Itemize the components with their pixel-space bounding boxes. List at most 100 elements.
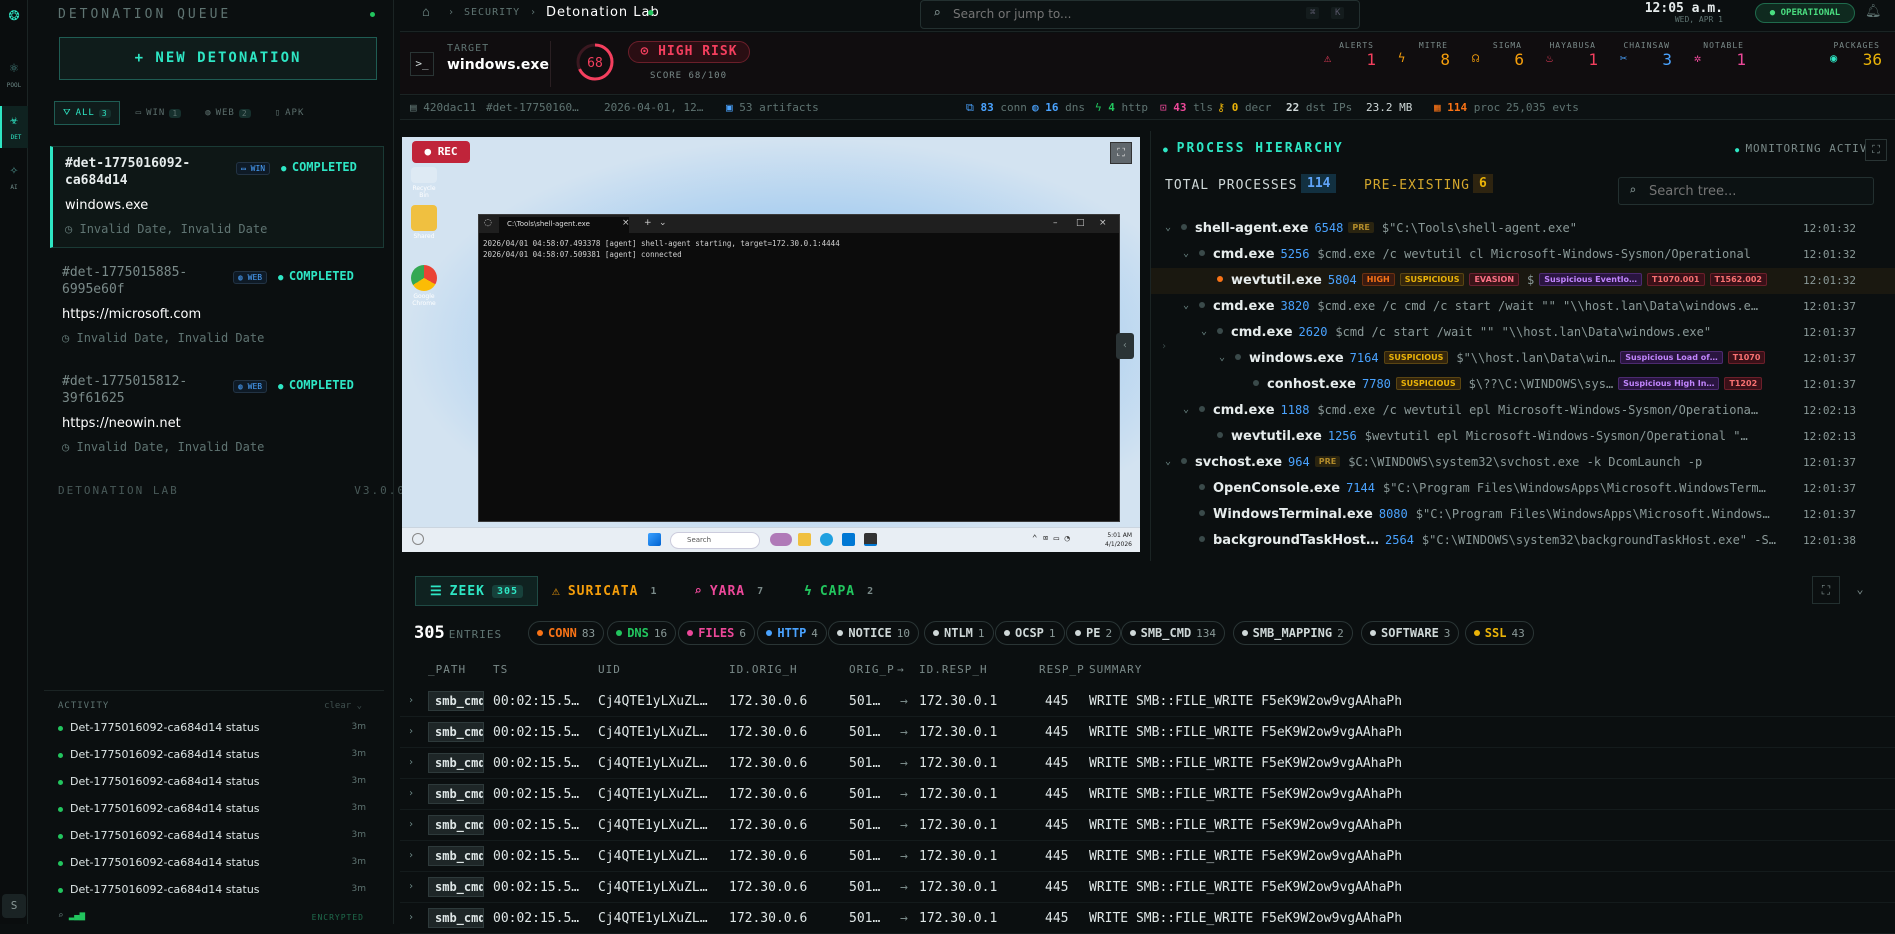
- meta-det-id[interactable]: #det-17750160…: [486, 101, 579, 114]
- col-path[interactable]: _PATH: [428, 663, 466, 676]
- filter-win[interactable]: ▭ WIN 1: [128, 101, 190, 125]
- process-row[interactable]: backgroundTaskHost… 2564 $"C:\WINDOWS\syst…: [1151, 528, 1895, 554]
- table-row[interactable]: › smb_cmd 00:02:15.5… Cj4QTE1yLXuZL… 172.30.…: [400, 903, 1895, 934]
- user-avatar[interactable]: S: [2, 894, 26, 918]
- process-row[interactable]: ⌄ svchost.exe 964 PRE $C:\WINDOWS\system32\s…: [1151, 450, 1895, 476]
- tab-yara[interactable]: ⌕ YARA 7: [680, 576, 783, 606]
- filter-web[interactable]: ◍ WEB 2: [197, 101, 259, 125]
- table-row[interactable]: › smb_cmd 00:02:15.5… Cj4QTE1yLXuZL… 172.30.…: [400, 810, 1895, 841]
- store-icon[interactable]: [842, 533, 855, 546]
- chevron-down-icon[interactable]: ⌄: [1165, 222, 1171, 233]
- table-row[interactable]: › smb_cmd 00:02:15.5… Cj4QTE1yLXuZL… 172.30.…: [400, 686, 1895, 717]
- col-orig-p[interactable]: ORIG_P: [849, 663, 895, 676]
- filter-apk[interactable]: ▯ APK: [267, 101, 313, 125]
- process-row[interactable]: OpenConsole.exe 7144 $"C:\Program Files\Wi…: [1151, 476, 1895, 502]
- filter-all[interactable]: ⛛ ALL 3: [54, 101, 120, 125]
- chevron-down-icon[interactable]: ⌄: [1183, 300, 1189, 311]
- meta-hash[interactable]: ▤ 420dac11: [410, 101, 476, 114]
- chevron-down-icon[interactable]: ⌄: [1183, 404, 1189, 415]
- process-row[interactable]: wevtutil.exe 1256 $wevtutil epl Microsoft-…: [1151, 424, 1895, 450]
- tab-zeek[interactable]: ☰ ZEEK 305: [415, 576, 539, 606]
- chevron-down-icon[interactable]: ⌄: [1201, 326, 1207, 337]
- chip-ntlm[interactable]: NTLM 1: [924, 621, 994, 645]
- expand-row-icon[interactable]: ›: [408, 788, 414, 799]
- process-row[interactable]: conhost.exe 7780 SUSPICIOUS $\??\C:\WINDOWS…: [1151, 372, 1895, 398]
- stat-hayabusa[interactable]: ♨ HAYABUSA 1: [1538, 41, 1604, 69]
- global-search[interactable]: ⌕ ⌘ K: [920, 0, 1360, 29]
- terminal-tab[interactable]: C:\Tools\shell-agent.exe: [499, 217, 629, 233]
- table-row[interactable]: › smb_cmd 00:02:15.5… Cj4QTE1yLXuZL… 172.30.…: [400, 748, 1895, 779]
- expand-row-icon[interactable]: ›: [408, 757, 414, 768]
- expand-row-icon[interactable]: ›: [408, 850, 414, 861]
- table-row[interactable]: › smb_cmd 00:02:15.5… Cj4QTE1yLXuZL… 172.30.…: [400, 872, 1895, 903]
- widgets-icon[interactable]: [412, 533, 424, 545]
- desktop-icon-chrome[interactable]: Google Chrome: [408, 265, 440, 307]
- edge-icon[interactable]: [820, 533, 833, 546]
- chip-files[interactable]: FILES 6: [678, 621, 755, 645]
- activity-clear-button[interactable]: clear ⌄: [324, 701, 362, 711]
- col-summary[interactable]: SUMMARY: [1089, 663, 1142, 676]
- breadcrumb-security[interactable]: SECURITY: [464, 7, 520, 18]
- fullscreen-icon[interactable]: ⛶: [1812, 576, 1840, 604]
- explorer-icon[interactable]: [798, 533, 811, 546]
- stat-sigma[interactable]: ☊ SIGMA 6: [1464, 41, 1530, 69]
- process-row[interactable]: ⌄ cmd.exe 3820 $cmd.exe /c cmd /c start /wa…: [1151, 294, 1895, 320]
- table-row[interactable]: › smb_cmd 00:02:15.5… Cj4QTE1yLXuZL… 172.30.…: [400, 717, 1895, 748]
- meta-artifacts[interactable]: ▣ 53 artifacts: [726, 101, 819, 114]
- minimize-icon[interactable]: –: [1053, 218, 1058, 228]
- expand-row-icon[interactable]: ›: [408, 912, 414, 923]
- col-resp-h[interactable]: ID.RESP_H: [919, 663, 988, 676]
- expand-row-icon[interactable]: ›: [408, 726, 414, 737]
- table-row[interactable]: › smb_cmd 00:02:15.5… Cj4QTE1yLXuZL… 172.30.…: [400, 841, 1895, 872]
- sparkle-icon[interactable]: ✧: [4, 162, 24, 178]
- col-orig-h[interactable]: ID.ORIG_H: [729, 663, 798, 676]
- chip-conn[interactable]: CONN 83: [528, 621, 605, 645]
- col-uid[interactable]: UID: [598, 663, 621, 676]
- stat-mitre[interactable]: ϟ MITRE 8: [1390, 41, 1456, 69]
- chip-smb-mapping[interactable]: SMB_MAPPING 2: [1232, 621, 1353, 645]
- process-row[interactable]: ⌄ cmd.exe 2620 $cmd /c start /wait "" "\\ho…: [1151, 320, 1895, 346]
- new-tab-icon[interactable]: +: [644, 218, 652, 228]
- desktop-icon-recycle[interactable]: Recycle Bin: [408, 167, 440, 199]
- process-row[interactable]: ⌄ cmd.exe 1188 $cmd.exe /c wevtutil epl Mic…: [1151, 398, 1895, 424]
- queue-item[interactable]: #det-1775015885-6995e60f ◍ WEB COMPLETED…: [50, 256, 384, 358]
- terminal-app-icon[interactable]: [864, 533, 877, 546]
- tab-suricata[interactable]: ⚠ SURICATA 1: [538, 576, 676, 606]
- desktop-icon-shared[interactable]: Shared: [408, 205, 440, 240]
- process-row[interactable]: wevtutil.exe 5804 HIGH SUSPICIOUS EVASION $ Su…: [1151, 268, 1895, 294]
- col-ts[interactable]: TS: [493, 663, 508, 676]
- global-search-input[interactable]: [953, 7, 1283, 21]
- maximize-icon[interactable]: □: [1076, 218, 1085, 228]
- chip-software[interactable]: SOFTWARE 3: [1361, 621, 1460, 645]
- stat-alerts[interactable]: ⚠ ALERTS 1: [1316, 41, 1382, 69]
- chevron-down-icon[interactable]: ⌄: [1165, 456, 1171, 467]
- process-row[interactable]: ⌄ cmd.exe 5256 $cmd.exe /c wevtutil cl Micr…: [1151, 242, 1895, 268]
- rail-item-det[interactable]: ☣ DET: [0, 106, 28, 148]
- chip-ocsp[interactable]: OCSP 1: [995, 621, 1065, 645]
- process-search[interactable]: ⌕: [1618, 177, 1874, 205]
- collapse-panel-handle[interactable]: ‹: [1116, 333, 1134, 359]
- process-row[interactable]: ⌄ windows.exe 7164 SUSPICIOUS $"\\host.lan\D…: [1151, 346, 1895, 372]
- expand-row-icon[interactable]: ›: [408, 819, 414, 830]
- close-icon[interactable]: ×: [1099, 218, 1107, 228]
- chip-pe[interactable]: PE 2: [1066, 621, 1122, 645]
- chip-http[interactable]: HTTP 4: [757, 621, 827, 645]
- process-search-input[interactable]: [1649, 184, 1859, 199]
- chip-dns[interactable]: DNS 16: [607, 621, 677, 645]
- taskbar-search[interactable]: Search: [670, 532, 760, 549]
- tab-close-icon[interactable]: ×: [622, 218, 630, 228]
- queue-item[interactable]: #det-1775015812-39f61625 ◍ WEB COMPLETED…: [50, 365, 384, 467]
- stat-packages[interactable]: ◉ PACKAGES 36: [1822, 41, 1888, 69]
- chevron-down-icon[interactable]: ⌄: [659, 218, 667, 228]
- fullscreen-icon[interactable]: ⛶: [1110, 142, 1132, 164]
- new-detonation-button[interactable]: + NEW DETONATION: [59, 37, 377, 80]
- expand-row-icon[interactable]: ›: [408, 695, 414, 706]
- col-resp-p[interactable]: RESP_P: [1039, 663, 1085, 676]
- vm-screen[interactable]: ● REC ⛶ Recycle Bin Shared Google Chrome…: [402, 137, 1140, 552]
- expand-row-icon[interactable]: ›: [408, 881, 414, 892]
- tree-expand-icon[interactable]: ›: [1161, 341, 1167, 352]
- tab-capa[interactable]: ϟ CAPA 2: [790, 576, 893, 606]
- process-row[interactable]: ⌄ shell-agent.exe 6548 PRE $"C:\Tools\shell-…: [1151, 216, 1895, 242]
- chevron-down-icon[interactable]: ⌄: [1183, 248, 1189, 259]
- chevron-down-icon[interactable]: ⌄: [1219, 352, 1225, 363]
